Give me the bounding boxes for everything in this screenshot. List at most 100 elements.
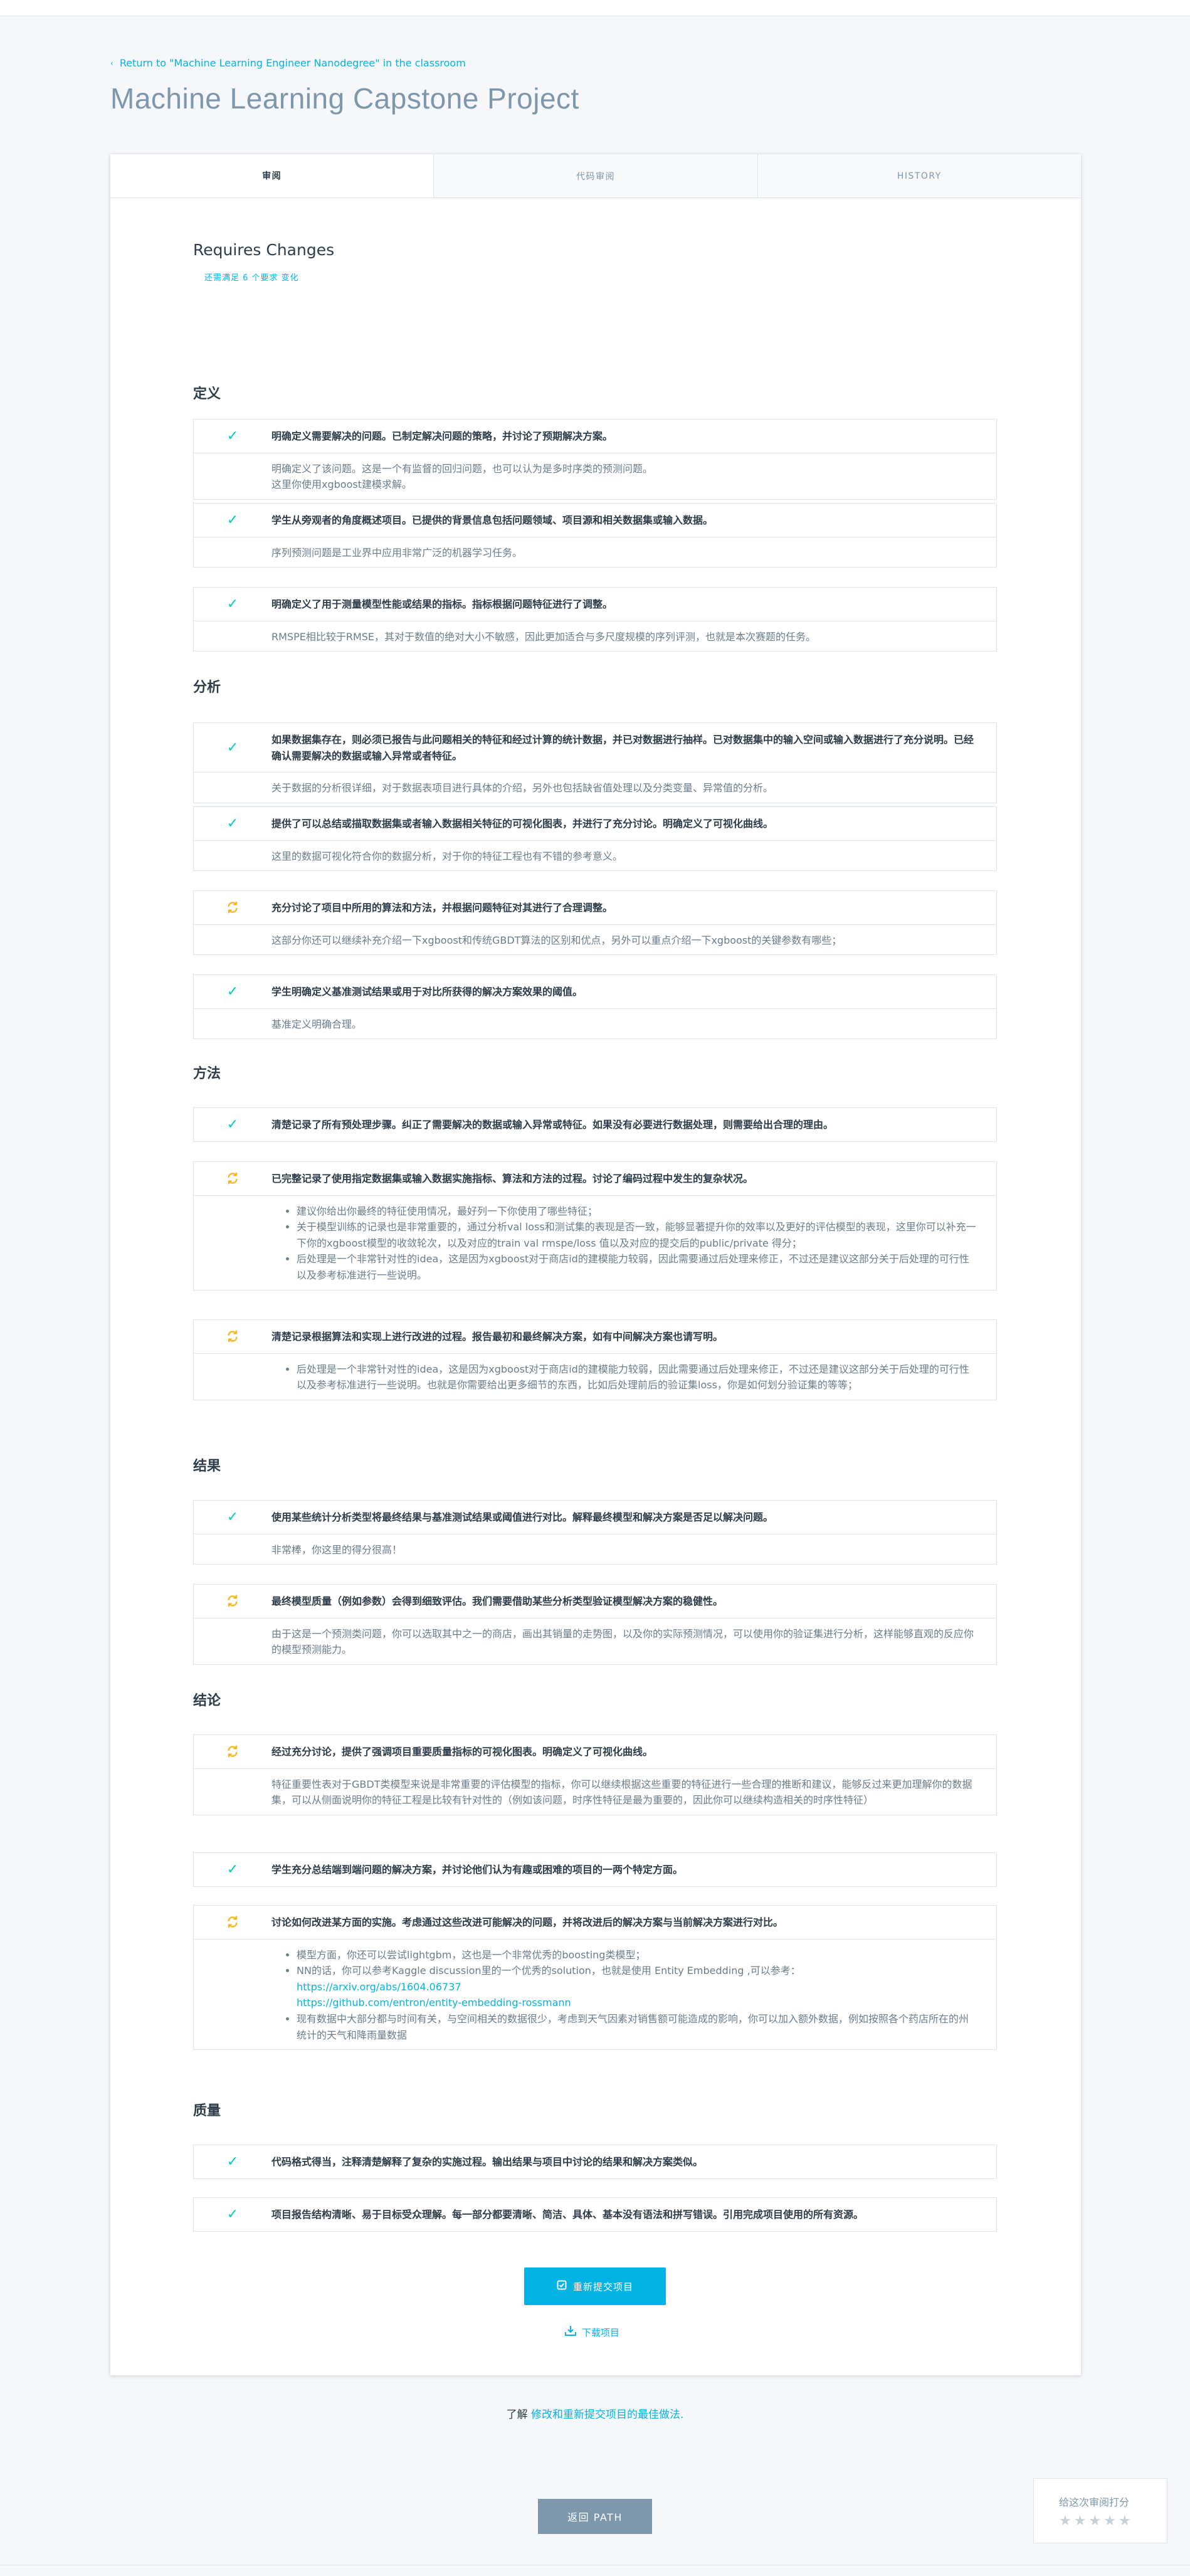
- section-heading: 方法: [193, 1066, 221, 1082]
- rubric-item-title: 明确定义需要解决的问题。已制定解决问题的策略，并讨论了预期解决方案。: [271, 430, 613, 442]
- rubric-item-title: 清楚记录根据算法和实现上进行改进的过程。报告最初和最终解决方案，如有中间解决方案…: [271, 1331, 724, 1343]
- rubric-item-title: 学生明确定义基准测试结果或用于对比所获得的解决方案效果的阈值。: [271, 986, 583, 998]
- comment-text: 建议你给出你最终的特征使用情况，最好列一下你使用了哪些特征；: [297, 1205, 598, 1217]
- star-icon[interactable]: ★: [1088, 2513, 1103, 2529]
- comment-list-item: 建议你给出你最终的特征使用情况，最好列一下你使用了哪些特征；: [297, 1203, 977, 1220]
- reference-link[interactable]: https://github.com/entron/entity-embeddi…: [297, 1995, 977, 2011]
- comment-list: 模型方面，你还可以尝试lightgbm，这也是一个非常优秀的boosting类模…: [271, 1947, 977, 2044]
- reviewer-comment: 特征重要性表对于GBDT类模型来说是非常重要的评估模型的指标，你可以继续根据这些…: [194, 1769, 996, 1815]
- tab-code-review[interactable]: 代码审阅: [433, 154, 757, 198]
- rubric-item: ✓ 明确定义需要解决的问题。已制定解决问题的策略，并讨论了预期解决方案。明确定义了…: [193, 419, 997, 500]
- download-icon: [564, 2325, 577, 2339]
- rubric-item-header: ✓ 学生充分总结端到端问题的解决方案，并讨论他们认为有趣或困难的项目的一两个特定方…: [194, 1853, 996, 1886]
- comment-line: 这里你使用xgboost建模求解。: [271, 478, 412, 491]
- rubric-item: ✓ 如果数据集存在，则必须已报告与此问题相关的特征和经过计算的统计数据，并已对数据…: [193, 722, 997, 803]
- rubric-item-header: ✓ 学生从旁观者的角度概述项目。已提供的背景信息包括问题领域、项目源和相关数据集或…: [194, 504, 996, 537]
- chevron-left-icon: ‹: [110, 58, 113, 68]
- check-icon: ✓: [226, 739, 239, 756]
- review-status-subtitle: 还需满足 6 个要求 变化: [204, 273, 299, 283]
- rating-stars[interactable]: ★★★★★: [1059, 2513, 1134, 2529]
- rubric-item: ✓ 使用某些统计分析类型将最终结果与基准测试结果或阈值进行对比。解释最终模型和解决…: [193, 1500, 997, 1565]
- review-status-title: Requires Changes: [193, 241, 335, 259]
- comment-line: 由于这是一个预测类问题，你可以选取其中之一的商店，画出其销量的走势图，以及你的实…: [271, 1627, 974, 1656]
- rubric-item-header: ✓ 代码格式得当，注释清楚解释了复杂的实施过程。输出结果与项目中讨论的结果和解决方…: [194, 2145, 996, 2178]
- tab-history[interactable]: HISTORY: [757, 154, 1081, 198]
- section-heading: 结果: [193, 1459, 221, 1474]
- reviewer-comment: 关于数据的分析很详细，对于数据表项目进行具体的介绍，另外也包括缺省值处理以及分类…: [194, 773, 996, 803]
- reviewer-comment: 非常棒，你这里的得分很高！: [194, 1534, 996, 1565]
- reviewer-comment: 基准定义明确合理。: [194, 1009, 996, 1039]
- rubric-item: 讨论如何改进某方面的实施。考虑通过这些改进可能解决的问题，并将改进后的解决方案与…: [193, 1905, 997, 2051]
- comment-text: 关于模型训练的记录也是非常重要的，通过分析val loss和测试集的表现是否一致…: [297, 1221, 976, 1249]
- comment-line: 这里的数据可视化符合你的数据分析，对于你的特征工程也有不错的参考意义。: [271, 850, 623, 862]
- rubric-item: ✓ 学生充分总结端到端问题的解决方案，并讨论他们认为有趣或困难的项目的一两个特定方…: [193, 1852, 997, 1887]
- check-icon: ✓: [226, 2206, 239, 2222]
- rubric-item: ✓ 提供了可以总结或描取数据集或者输入数据相关特征的可视化图表，并进行了充分讨论。…: [193, 806, 997, 872]
- learn-more-line: 了解 修改和重新提交项目的最佳做法.: [0, 2405, 1190, 2421]
- check-icon: ✓: [226, 815, 239, 831]
- check-icon: ✓: [226, 1509, 239, 1525]
- comment-list: 建议你给出你最终的特征使用情况，最好列一下你使用了哪些特征； 关于模型训练的记录也…: [271, 1203, 977, 1284]
- comment-text: 模型方面，你还可以尝试lightgbm，这也是一个非常优秀的boosting类模…: [297, 1948, 646, 1961]
- comment-line: RMSPE相比较于RMSE，其对于数值的绝对大小不敏感，因此更加适合与多尺度规模…: [271, 630, 816, 643]
- comment-text: 后处理是一个非常针对性的idea，这是因为xgboost对于商店id的建模能力较…: [297, 1363, 969, 1391]
- reviewer-comment: 建议你给出你最终的特征使用情况，最好列一下你使用了哪些特征； 关于模型训练的记录也…: [194, 1196, 996, 1290]
- tab-review[interactable]: 审阅: [110, 154, 434, 198]
- check-icon: ✓: [226, 428, 239, 444]
- rubric-item-title: 经过充分讨论，提供了强调项目重要质量指标的可视化图表。明确定义了可视化曲线。: [271, 1746, 653, 1758]
- refresh-icon: [194, 1906, 271, 1939]
- best-practices-link[interactable]: 修改和重新提交项目的最佳做法.: [531, 2409, 683, 2421]
- return-link-text: Return to "Machine Learning Engineer Nan…: [119, 57, 466, 69]
- reviewer-comment: 由于这是一个预测类问题，你可以选取其中之一的商店，画出其销量的走势图，以及你的实…: [194, 1618, 996, 1664]
- rubric-item-header: 充分讨论了项目中所用的算法和方法，并根据问题特征对其进行了合理调整。: [194, 891, 996, 925]
- rubric-item: 已完整记录了使用指定数据集或输入数据实施指标、算法和方法的过程。讨论了编码过程中…: [193, 1161, 997, 1291]
- comment-list: 后处理是一个非常针对性的idea，这是因为xgboost对于商店id的建模能力较…: [271, 1361, 977, 1393]
- comment-line: 基准定义明确合理。: [271, 1018, 362, 1030]
- download-project-link[interactable]: 下载项目: [564, 2325, 619, 2339]
- rubric-item: ✓ 学生从旁观者的角度概述项目。已提供的背景信息包括问题领域、项目源和相关数据集或…: [193, 503, 997, 568]
- rubric-item-header: ✓ 使用某些统计分析类型将最终结果与基准测试结果或阈值进行对比。解释最终模型和解决…: [194, 1501, 996, 1534]
- rubric-item-title: 项目报告结构清晰、易于目标受众理解。每一部分都要清晰、简洁、具体、基本没有语法和…: [271, 2209, 864, 2220]
- star-icon[interactable]: ★: [1119, 2513, 1134, 2529]
- rate-review-label: 给这次审阅打分: [1059, 2496, 1130, 2508]
- reference-link[interactable]: https://arxiv.org/abs/1604.06737: [297, 1979, 977, 1995]
- rubric-item-header: 已完整记录了使用指定数据集或输入数据实施指标、算法和方法的过程。讨论了编码过程中…: [194, 1162, 996, 1196]
- rubric-item-header: ✓ 清楚记录了所有预处理步骤。纠正了需要解决的数据或输入异常或特征。如果没有必要进…: [194, 1108, 996, 1141]
- rubric-item-header: 经过充分讨论，提供了强调项目重要质量指标的可视化图表。明确定义了可视化曲线。: [194, 1735, 996, 1769]
- comment-line: 这部分你还可以继续补充介绍一下xgboost和传统GBDT算法的区别和优点，另外…: [271, 934, 842, 946]
- return-path-button[interactable]: 返回 PATH: [538, 2499, 652, 2534]
- rubric-item-header: ✓ 明确定义需要解决的问题。已制定解决问题的策略，并讨论了预期解决方案。: [194, 420, 996, 453]
- rubric-item-title: 最终模型质量（例如参数）会得到细致评估。我们需要借助某些分析类型验证模型解决方案…: [271, 1595, 724, 1607]
- download-label: 下载项目: [582, 2326, 620, 2338]
- check-icon: ✓: [226, 983, 239, 1000]
- review-card: 审阅 代码审阅 HISTORY 定义 ✓ 明确定义需要解决的问题。已制定解决问题的策…: [110, 154, 1081, 2375]
- rubric-item-header: ✓ 明确定义了用于测量模型性能或结果的指标。指标根据问题特征进行了调整。: [194, 588, 996, 621]
- check-icon: ✓: [226, 512, 239, 528]
- rubric-item: ✓ 项目报告结构清晰、易于目标受众理解。每一部分都要清晰、简洁、具体、基本没有语法…: [193, 2197, 997, 2232]
- comment-line: 序列预测问题是工业界中应用非常广泛的机器学习任务。: [271, 546, 523, 559]
- comment-list-item: 关于模型训练的记录也是非常重要的，通过分析val loss和测试集的表现是否一致…: [297, 1219, 977, 1251]
- reviewer-comment: 明确定义了该问题。这是一个有监督的回归问题，也可以认为是多时序类的预测问题。 这里…: [194, 453, 996, 499]
- reviewer-comment: 序列预测问题是工业界中应用非常广泛的机器学习任务。: [194, 537, 996, 567]
- rubric-item-header: ✓ 项目报告结构清晰、易于目标受众理解。每一部分都要清晰、简洁、具体、基本没有语法…: [194, 2198, 996, 2231]
- refresh-icon: [194, 1162, 271, 1195]
- check-icon: ✓: [226, 1861, 239, 1877]
- section-heading: 定义: [193, 386, 221, 402]
- rubric-item-title: 如果数据集存在，则必须已报告与此问题相关的特征和经过计算的统计数据，并已对数据进…: [271, 734, 974, 762]
- return-to-classroom-link[interactable]: ‹ Return to "Machine Learning Engineer N…: [110, 57, 466, 69]
- star-icon[interactable]: ★: [1059, 2513, 1074, 2529]
- star-icon[interactable]: ★: [1103, 2513, 1119, 2529]
- refresh-icon: [194, 1735, 271, 1768]
- rubric-item-title: 学生从旁观者的角度概述项目。已提供的背景信息包括问题领域、项目源和相关数据集或输…: [271, 514, 713, 526]
- star-icon[interactable]: ★: [1074, 2513, 1089, 2529]
- rate-review-widget: 给这次审阅打分 ★★★★★: [1033, 2478, 1167, 2543]
- comment-line: 关于数据的分析很详细，对于数据表项目进行具体的介绍，另外也包括缺省值处理以及分类…: [271, 782, 774, 794]
- comment-list-item: 后处理是一个非常针对性的idea，这是因为xgboost对于商店id的建模能力较…: [297, 1251, 977, 1283]
- learn-prefix: 了解: [506, 2409, 528, 2421]
- review-tabs: 审阅 代码审阅 HISTORY: [110, 154, 1081, 198]
- rubric-item-title: 已完整记录了使用指定数据集或输入数据实施指标、算法和方法的过程。讨论了编码过程中…: [271, 1173, 754, 1185]
- resubmit-button[interactable]: 重新提交项目: [524, 2267, 666, 2305]
- check-icon: ✓: [226, 1116, 239, 1132]
- rubric-item-header: ✓ 学生明确定义基准测试结果或用于对比所获得的解决方案效果的阈值。: [194, 975, 996, 1009]
- rubric-item: ✓ 明确定义了用于测量模型性能或结果的指标。指标根据问题特征进行了调整。 RMSPE…: [193, 587, 997, 652]
